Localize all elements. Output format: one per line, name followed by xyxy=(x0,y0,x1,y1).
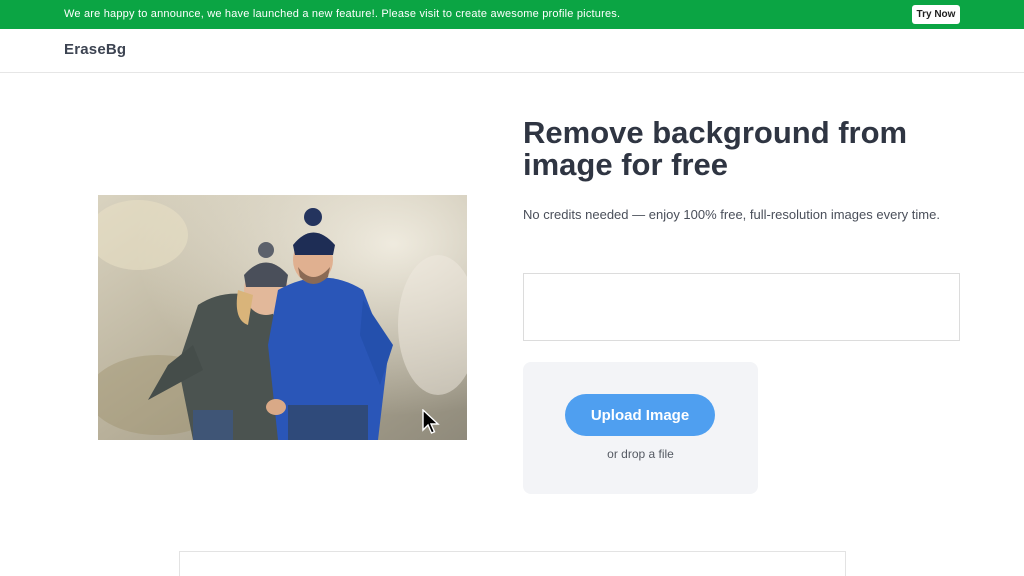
image-url-input[interactable] xyxy=(523,273,960,341)
drop-file-text: or drop a file xyxy=(607,447,674,461)
hero-title: Remove background from image for free xyxy=(523,115,908,182)
announcement-bar: We are happy to announce, we have launch… xyxy=(0,0,1024,29)
hero-image xyxy=(98,195,467,440)
mouse-cursor-icon xyxy=(422,409,440,434)
upload-image-button[interactable]: Upload Image xyxy=(565,394,715,436)
photo-of-couple-icon xyxy=(98,195,467,440)
navbar: EraseBg xyxy=(0,29,1024,73)
upload-dropzone[interactable]: Upload Image or drop a file xyxy=(523,362,758,494)
try-now-button[interactable]: Try Now xyxy=(912,5,960,24)
announcement-text: We are happy to announce, we have launch… xyxy=(64,8,621,20)
brand-logo[interactable]: EraseBg xyxy=(64,41,126,58)
hero-subtitle: No credits needed — enjoy 100% free, ful… xyxy=(523,207,940,222)
bottom-card xyxy=(179,551,846,576)
